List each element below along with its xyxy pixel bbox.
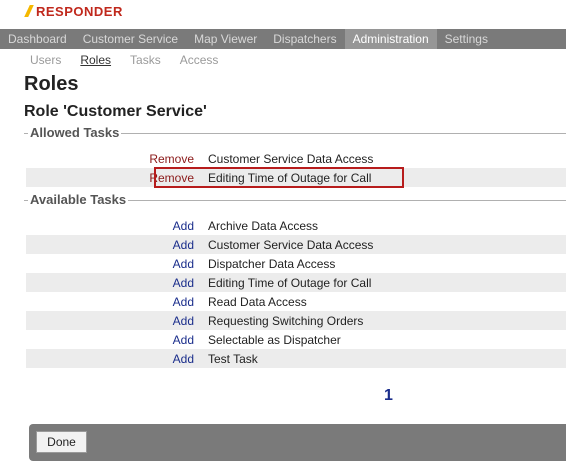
subnav-roles[interactable]: Roles xyxy=(80,53,111,67)
subnav-access[interactable]: Access xyxy=(180,53,219,67)
top-navigation: Dashboard Customer Service Map Viewer Di… xyxy=(0,29,566,49)
allowed-tasks-header: Allowed Tasks xyxy=(24,125,566,141)
list-item: Add Archive Data Access xyxy=(26,216,566,235)
task-name: Read Data Access xyxy=(208,294,307,309)
list-item: Add Customer Service Data Access xyxy=(26,235,566,254)
task-name: Editing Time of Outage for Call xyxy=(208,275,372,290)
allowed-tasks-label: Allowed Tasks xyxy=(28,125,122,140)
task-name: Editing Time of Outage for Call xyxy=(208,170,372,185)
page-title: Roles xyxy=(24,73,79,95)
add-task-link[interactable]: Add xyxy=(26,333,208,347)
subnav-tasks[interactable]: Tasks xyxy=(130,53,161,67)
add-task-link[interactable]: Add xyxy=(26,257,208,271)
done-button[interactable]: Done xyxy=(36,431,87,453)
task-name: Archive Data Access xyxy=(208,218,319,233)
add-task-link[interactable]: Add xyxy=(26,295,208,309)
remove-task-link[interactable]: Remove xyxy=(26,171,208,185)
available-tasks-label: Available Tasks xyxy=(28,192,129,207)
list-item: Remove Editing Time of Outage for Call xyxy=(26,168,566,187)
add-task-link[interactable]: Add xyxy=(26,276,208,290)
task-name: Dispatcher Data Access xyxy=(208,256,336,271)
brand-name: RESPONDER xyxy=(36,3,123,19)
task-name: Test Task xyxy=(208,351,258,366)
tab-dispatchers[interactable]: Dispatchers xyxy=(265,29,344,49)
add-task-link[interactable]: Add xyxy=(26,238,208,252)
brand-logo: RESPONDER xyxy=(24,3,123,19)
subnav-users[interactable]: Users xyxy=(30,53,61,67)
task-name: Requesting Switching Orders xyxy=(208,313,364,328)
footer-bar: Done xyxy=(29,424,566,461)
tab-map-viewer[interactable]: Map Viewer xyxy=(186,29,265,49)
task-name: Selectable as Dispatcher xyxy=(208,332,341,347)
task-name: Customer Service Data Access xyxy=(208,151,374,166)
allowed-tasks-list: Remove Customer Service Data Access Remo… xyxy=(26,149,566,187)
available-tasks-header: Available Tasks xyxy=(24,192,566,208)
list-item: Add Test Task xyxy=(26,349,566,368)
add-task-link[interactable]: Add xyxy=(26,219,208,233)
page-number-link[interactable]: 1 xyxy=(384,387,393,405)
task-name: Customer Service Data Access xyxy=(208,237,374,252)
sub-navigation: Users Roles Tasks Access xyxy=(30,53,237,67)
lightning-icon xyxy=(24,5,34,17)
add-task-link[interactable]: Add xyxy=(26,352,208,366)
list-item: Add Dispatcher Data Access xyxy=(26,254,566,273)
list-item: Add Editing Time of Outage for Call xyxy=(26,273,566,292)
available-tasks-list: Add Archive Data Access Add Customer Ser… xyxy=(26,216,566,368)
tab-settings[interactable]: Settings xyxy=(437,29,496,49)
tab-dashboard[interactable]: Dashboard xyxy=(0,29,75,49)
tab-administration[interactable]: Administration xyxy=(344,29,437,49)
list-item: Add Read Data Access xyxy=(26,292,566,311)
list-item: Add Requesting Switching Orders xyxy=(26,311,566,330)
list-item: Remove Customer Service Data Access xyxy=(26,149,566,168)
tab-customer-service[interactable]: Customer Service xyxy=(75,29,186,49)
role-subtitle: Role 'Customer Service' xyxy=(24,103,207,120)
remove-task-link[interactable]: Remove xyxy=(26,152,208,166)
list-item: Add Selectable as Dispatcher xyxy=(26,330,566,349)
add-task-link[interactable]: Add xyxy=(26,314,208,328)
